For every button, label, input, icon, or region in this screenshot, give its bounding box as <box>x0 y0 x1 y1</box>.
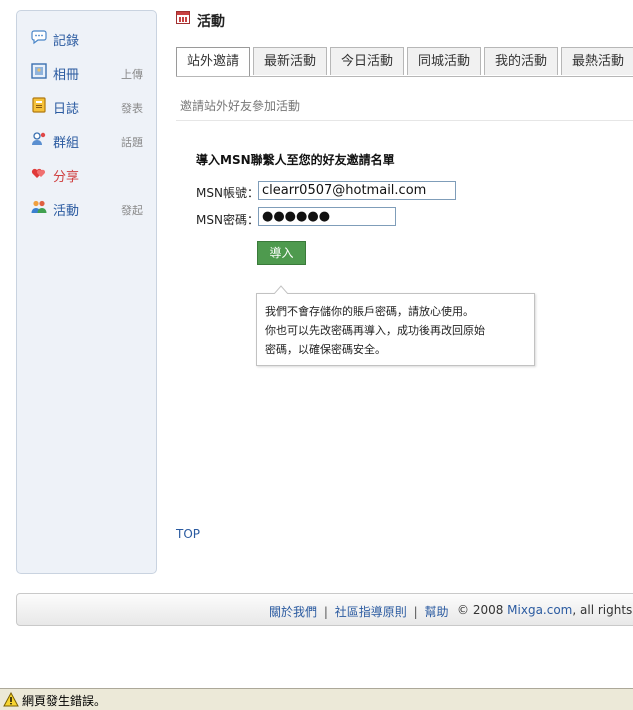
upload-link[interactable]: 上傳 <box>121 66 143 82</box>
tooltip-arrow <box>274 285 288 294</box>
guidelines-link[interactable]: 社區指導原則 <box>335 605 407 619</box>
copyright-prefix: © 2008 <box>457 603 508 617</box>
sidebar: 記錄 相冊 上傳 日誌 發表 群組 話題 分享 活動 發起 <box>16 10 157 574</box>
import-button[interactable]: 導入 <box>257 241 306 265</box>
sidebar-item-share[interactable]: 分享 <box>31 165 143 185</box>
sidebar-item-blog[interactable]: 日誌 發表 <box>31 97 143 117</box>
tab-hot-events[interactable]: 最熱活動 <box>561 47 633 75</box>
photo-icon <box>31 63 47 79</box>
sidebar-item-label: 記錄 <box>53 34 80 49</box>
speech-bubble-icon <box>31 29 47 45</box>
tab-local-events[interactable]: 同城活動 <box>407 47 481 75</box>
sidebar-item-groups[interactable]: 群組 話題 <box>31 131 143 151</box>
tip-line: 你也可以先改密碼再導入，成功後再改回原始 <box>265 324 485 337</box>
msn-password-label: MSN密碼： <box>196 213 259 227</box>
form-heading: 導入MSN聯繫人至您的好友邀請名單 <box>196 153 395 167</box>
tabs-divider <box>176 76 633 77</box>
tab-latest-events[interactable]: 最新活動 <box>253 47 327 75</box>
copyright: © 2008 Mixga.com, all rights <box>457 603 632 617</box>
tip-line: 密碼，以確保密碼安全。 <box>265 343 386 356</box>
tab-today-events[interactable]: 今日活動 <box>330 47 404 75</box>
group-icon <box>31 131 47 147</box>
page-title: 活動 <box>197 14 225 30</box>
separator: | <box>413 605 418 619</box>
msn-password-input[interactable] <box>258 207 396 226</box>
create-event-link[interactable]: 發起 <box>121 202 143 218</box>
sidebar-item-label: 群組 <box>53 136 80 151</box>
sidebar-item-albums[interactable]: 相冊 上傳 <box>31 63 143 83</box>
publish-link[interactable]: 發表 <box>121 100 143 116</box>
topics-link[interactable]: 話題 <box>121 134 143 150</box>
copyright-suffix: , all rights <box>572 603 633 617</box>
section-divider <box>176 120 633 121</box>
sidebar-item-label: 日誌 <box>53 102 80 117</box>
footer-links: 關於我們 | 社區指導原則 | 幫助 <box>269 603 448 620</box>
about-link[interactable]: 關於我們 <box>269 605 317 619</box>
sidebar-item-events[interactable]: 活動 發起 <box>31 199 143 219</box>
browser-status-bar: 網頁發生錯誤。 <box>0 688 633 710</box>
sidebar-item-label: 相冊 <box>53 68 80 83</box>
msn-account-label: MSN帳號： <box>196 186 259 200</box>
tip-line: 我們不會存儲你的賬戶密碼，請放心使用。 <box>265 305 474 318</box>
sidebar-item-label: 分享 <box>53 170 80 185</box>
breadcrumb: 邀請站外好友參加活動 <box>180 99 301 113</box>
tab-external-invite[interactable]: 站外邀請 <box>176 47 250 77</box>
tab-bar: 站外邀請 最新活動 今日活動 同城活動 我的活動 最熱活動 <box>176 47 633 77</box>
brand-link[interactable]: Mixga.com <box>507 603 572 617</box>
notebook-icon <box>31 97 47 113</box>
sidebar-item-records[interactable]: 記錄 <box>31 29 143 49</box>
warning-icon[interactable] <box>3 691 19 707</box>
top-link[interactable]: TOP <box>176 527 200 541</box>
people-icon <box>31 199 47 215</box>
hearts-icon <box>31 165 47 181</box>
sidebar-item-label: 活動 <box>53 204 80 219</box>
security-tip: 我們不會存儲你的賬戶密碼，請放心使用。 你也可以先改密碼再導入，成功後再改回原始… <box>256 293 535 366</box>
msn-account-input[interactable] <box>258 181 456 200</box>
separator: | <box>323 605 328 619</box>
calendar-icon <box>176 11 190 24</box>
tab-my-events[interactable]: 我的活動 <box>484 47 558 75</box>
status-text: 網頁發生錯誤。 <box>22 694 107 708</box>
help-link[interactable]: 幫助 <box>424 605 448 619</box>
footer: 關於我們 | 社區指導原則 | 幫助 © 2008 Mixga.com, all… <box>16 593 633 626</box>
